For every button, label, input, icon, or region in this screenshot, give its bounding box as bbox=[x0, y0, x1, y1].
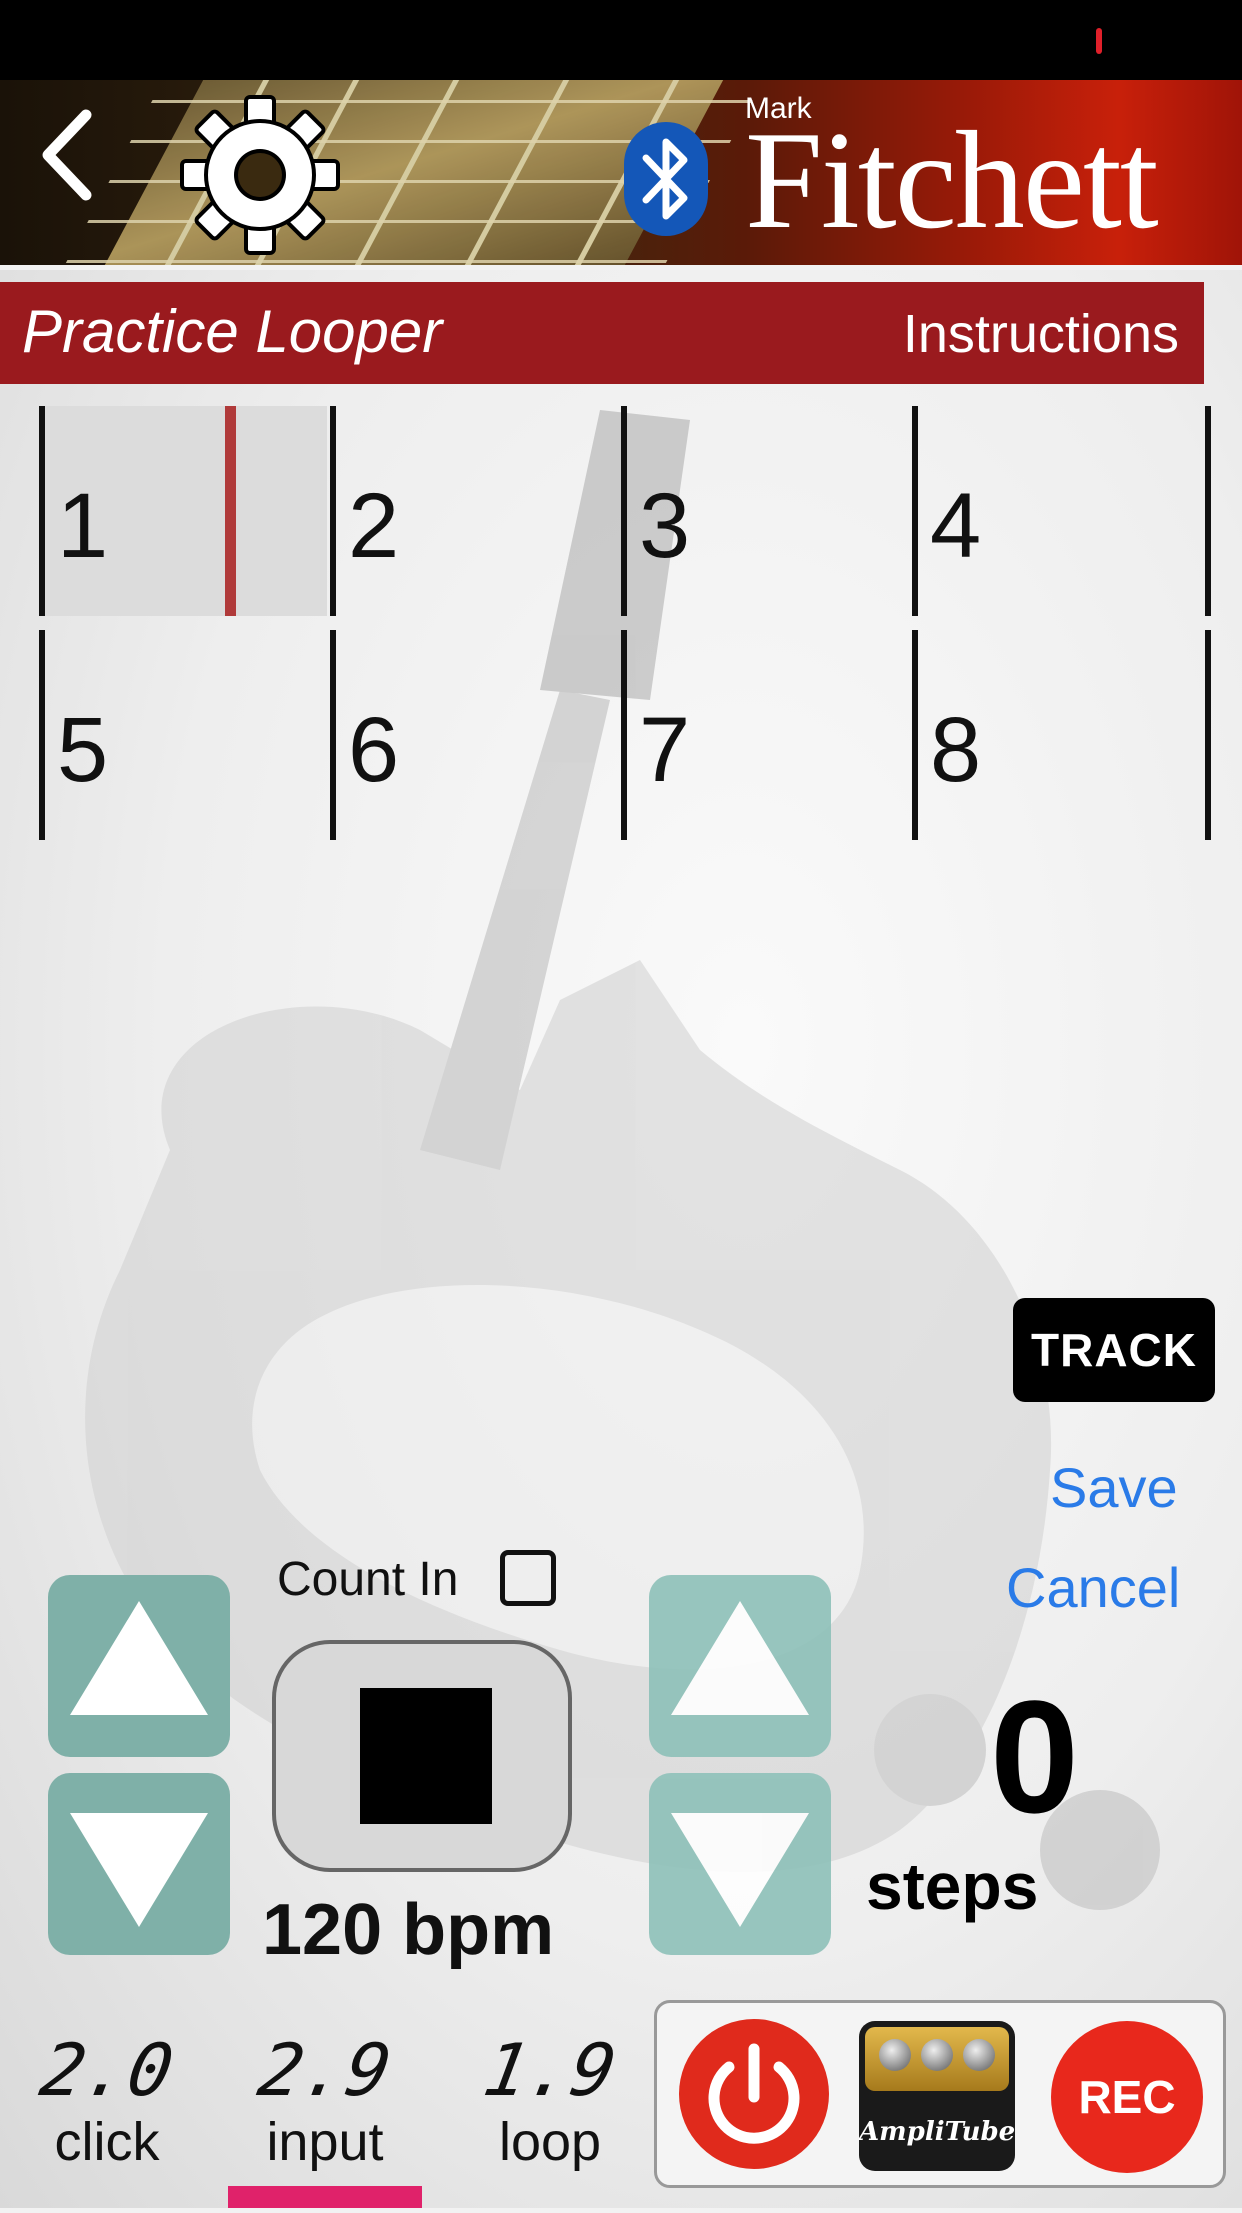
power-button[interactable] bbox=[679, 2019, 829, 2169]
loop-cell-5[interactable]: 5 bbox=[39, 630, 327, 840]
count-in-label: Count In bbox=[277, 1553, 459, 1606]
selected-level-indicator bbox=[228, 2186, 422, 2208]
cancel-button[interactable]: Cancel bbox=[1006, 1555, 1180, 1620]
steps-up-button[interactable] bbox=[649, 1575, 831, 1757]
brand-logo-text: Fitchett bbox=[745, 103, 1159, 258]
loop-cell-number: 8 bbox=[930, 699, 982, 801]
track-button[interactable]: TRACK bbox=[1013, 1298, 1215, 1402]
level-label: input bbox=[266, 2112, 384, 2172]
level-value: 2.0 bbox=[34, 2028, 180, 2112]
steps-down-button[interactable] bbox=[649, 1773, 831, 1955]
amp-icon bbox=[865, 2027, 1009, 2091]
steps-count: 0 bbox=[990, 1667, 1079, 1846]
steps-label: steps bbox=[866, 1849, 1039, 1923]
loop-cell-8[interactable]: 8 bbox=[912, 630, 1200, 840]
amplitube-button[interactable]: AmpliTube bbox=[859, 2021, 1015, 2171]
tempo-up-button[interactable] bbox=[48, 1575, 230, 1757]
loop-cell-3[interactable]: 3 bbox=[621, 406, 909, 616]
loop-cell-6[interactable]: 6 bbox=[330, 630, 618, 840]
instructions-button[interactable]: Instructions bbox=[903, 302, 1179, 366]
loop-cell-number: 6 bbox=[348, 699, 400, 801]
status-bar bbox=[0, 0, 1242, 80]
chevron-left-icon bbox=[42, 109, 92, 201]
tempo-readout: 120 bpm bbox=[262, 1890, 555, 1970]
bluetooth-icon bbox=[624, 122, 708, 236]
loop-cell-number: 2 bbox=[348, 475, 400, 577]
bluetooth-button[interactable] bbox=[622, 120, 710, 238]
loop-cell-1[interactable]: 1 bbox=[39, 406, 327, 616]
settings-button[interactable] bbox=[180, 95, 340, 255]
loop-cell-4[interactable]: 4 bbox=[912, 406, 1200, 616]
power-icon bbox=[708, 2043, 800, 2144]
fx-panel: AmpliTube REC bbox=[654, 2000, 1226, 2188]
playhead-marker bbox=[225, 406, 236, 616]
level-value: 1.9 bbox=[477, 2028, 623, 2112]
grid-divider bbox=[1205, 406, 1211, 616]
triangle-up-icon bbox=[671, 1601, 809, 1715]
stop-icon bbox=[360, 1688, 492, 1824]
click-level[interactable]: 2.0 click bbox=[27, 2028, 187, 2174]
title-bar: Practice Looper Instructions bbox=[0, 282, 1204, 384]
save-button[interactable]: Save bbox=[1050, 1455, 1178, 1520]
record-button[interactable]: REC bbox=[1051, 2021, 1203, 2173]
loop-cell-number: 4 bbox=[930, 475, 982, 577]
count-in-checkbox[interactable] bbox=[500, 1550, 556, 1606]
loop-level[interactable]: 1.9 loop bbox=[470, 2028, 630, 2174]
stop-button[interactable] bbox=[272, 1640, 572, 1872]
triangle-down-icon bbox=[671, 1813, 809, 1927]
level-label: loop bbox=[498, 2112, 602, 2172]
recording-indicator-icon bbox=[1096, 28, 1102, 54]
loop-cell-number: 5 bbox=[57, 699, 109, 801]
amplitube-logo-text: AmpliTube bbox=[859, 2117, 1015, 2147]
loop-cell-number: 7 bbox=[639, 699, 691, 801]
loop-cell-number: 1 bbox=[57, 475, 109, 577]
loop-cell-7[interactable]: 7 bbox=[621, 630, 909, 840]
tempo-down-button[interactable] bbox=[48, 1773, 230, 1955]
loop-cell-2[interactable]: 2 bbox=[330, 406, 618, 616]
triangle-up-icon bbox=[70, 1601, 208, 1715]
back-button[interactable] bbox=[36, 105, 106, 205]
gear-icon bbox=[180, 95, 340, 255]
input-level[interactable]: 2.9 input bbox=[245, 2028, 405, 2174]
loop-cell-number: 3 bbox=[639, 475, 691, 577]
level-label: click bbox=[54, 2112, 160, 2172]
level-value: 2.9 bbox=[252, 2028, 398, 2112]
page-title: Practice Looper bbox=[22, 298, 443, 365]
triangle-down-icon bbox=[70, 1813, 208, 1927]
grid-divider bbox=[1205, 630, 1211, 840]
